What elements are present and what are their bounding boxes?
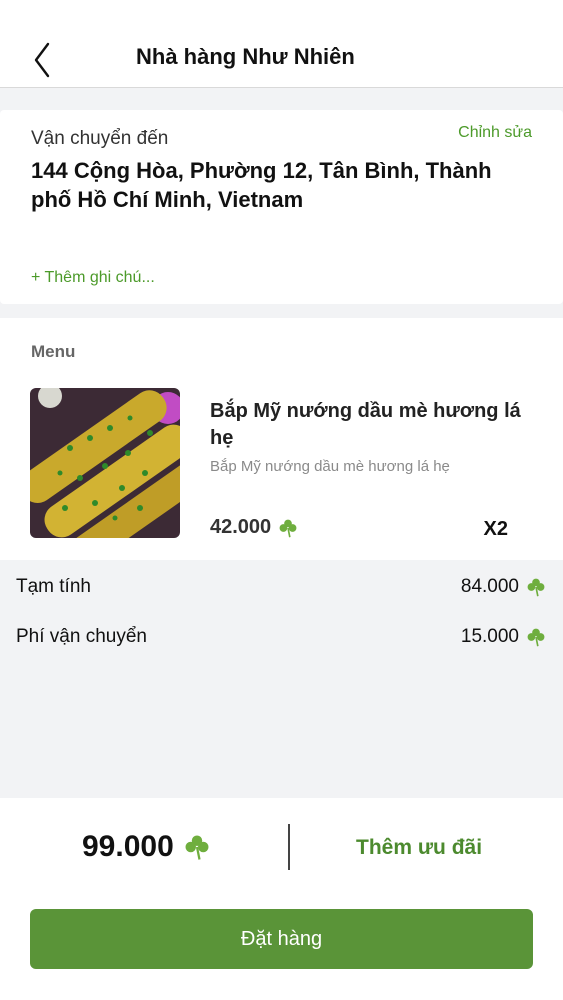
clover-icon — [185, 835, 209, 860]
checkout-bar: 99.000 Thêm ưu đãi Đặt hàng — [0, 798, 563, 1000]
menu-section: Menu Bắp Mỹ nướng dầu mè hương lá hẹ Bắp… — [0, 318, 563, 560]
order-total-value: 99.000 — [82, 830, 174, 863]
item-price: 42.000 — [210, 516, 299, 539]
subtotal-label: Tạm tính — [16, 576, 91, 597]
clover-icon — [527, 578, 545, 597]
chevron-left-icon — [34, 42, 50, 78]
item-price-value: 42.000 — [210, 516, 272, 538]
page-title: Nhà hàng Như Nhiên — [136, 44, 355, 69]
header: Nhà hàng Như Nhiên — [0, 0, 563, 88]
edit-address-link[interactable]: Chỉnh sửa — [458, 124, 532, 142]
shipping-row: Phí vận chuyển 15.000 — [16, 622, 547, 652]
item-description: Bắp Mỹ nướng dầu mè hương lá hẹ — [210, 458, 450, 475]
subtotal-amount: 84.000 — [461, 576, 547, 598]
menu-label: Menu — [31, 342, 76, 361]
clover-icon — [527, 628, 545, 647]
subtotal-value: 84.000 — [460, 576, 519, 597]
item-name: Bắp Mỹ nướng dầu mè hương lá hẹ — [210, 400, 521, 449]
subtotal-row: Tạm tính 84.000 — [16, 572, 547, 602]
item-quantity: X2 — [483, 518, 508, 540]
add-note-link[interactable]: + Thêm ghi chú... — [31, 269, 155, 287]
place-order-button[interactable]: Đặt hàng — [30, 909, 533, 969]
shipping-value: 15.000 — [460, 626, 519, 647]
delivery-address-card: Vận chuyển đến Chỉnh sửa 144 Cộng Hòa, P… — [0, 110, 563, 304]
order-total: 99.000 — [82, 830, 212, 864]
clover-icon — [279, 519, 297, 537]
divider — [288, 824, 290, 870]
add-promo-link[interactable]: Thêm ưu đãi — [356, 836, 482, 860]
delivery-label: Vận chuyển đến — [31, 128, 169, 149]
order-summary: Tạm tính 84.000 Phí vận chuyển 15.000 — [0, 562, 563, 798]
shipping-label: Phí vận chuyển — [16, 626, 147, 647]
shipping-amount: 15.000 — [461, 626, 547, 648]
food-image — [30, 388, 180, 538]
delivery-address: 144 Cộng Hòa, Phường 12, Tân Bình, Thành… — [31, 158, 492, 212]
back-button[interactable] — [26, 38, 62, 82]
